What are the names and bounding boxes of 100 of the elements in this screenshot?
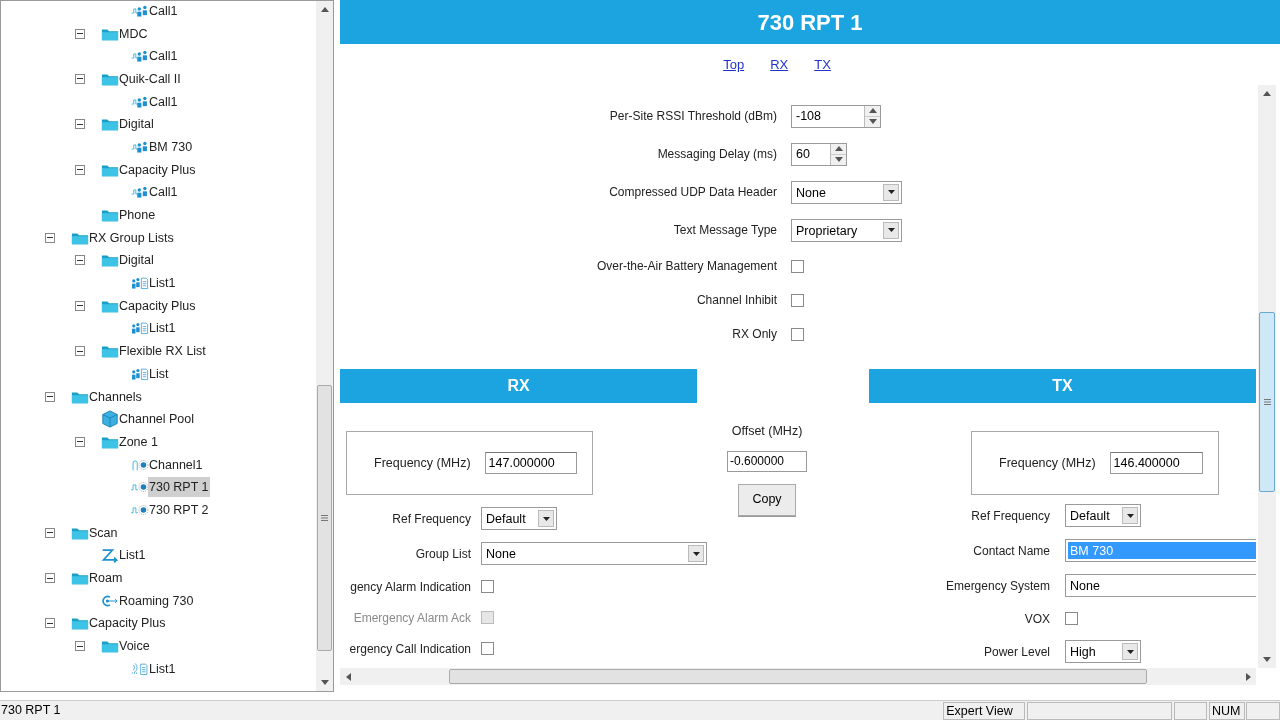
dropdown[interactable]: Proprietary	[791, 218, 902, 242]
spin-down-icon	[868, 119, 877, 124]
checkbox[interactable]	[791, 327, 804, 341]
status-text: 730 RPT 1	[0, 702, 62, 720]
field-label: Group List	[415, 545, 471, 563]
checkbox[interactable]	[791, 293, 804, 307]
field-label: Power Level	[983, 643, 1050, 661]
collapse-toggle[interactable]	[75, 164, 85, 175]
field-label: Emergency Alarm Ack	[353, 609, 471, 627]
offset-field[interactable]: -0.600000	[727, 450, 807, 472]
tree-item[interactable]: Quik-Call II	[118, 68, 182, 89]
z-arrow-icon	[101, 546, 119, 565]
tree-item[interactable]: List1	[148, 658, 177, 679]
tree-item[interactable]: MDC	[118, 23, 149, 44]
number-field[interactable]: -108	[791, 104, 881, 128]
anchor-link[interactable]: RX	[770, 54, 789, 75]
collapse-toggle[interactable]	[75, 28, 85, 39]
page-title: 730 RPT 1	[757, 8, 863, 37]
scroll-down-icon	[1263, 657, 1271, 662]
dropdown[interactable]: High	[1065, 640, 1141, 663]
collapse-toggle[interactable]	[75, 641, 85, 652]
number-field[interactable]: 60	[791, 142, 847, 166]
vertical-scrollbar[interactable]	[316, 1, 333, 691]
tree-item[interactable]: 730 RPT 2	[148, 499, 210, 520]
tree-item[interactable]: List	[148, 363, 170, 384]
status-pane: Expert View	[943, 701, 1026, 720]
tree-item[interactable]: Voice	[118, 636, 151, 657]
dropdown[interactable]: Default	[1065, 504, 1141, 527]
collapse-toggle[interactable]	[75, 436, 85, 447]
copy-button[interactable]: Copy	[738, 483, 796, 516]
caret-icon	[1126, 513, 1134, 518]
collapse-toggle[interactable]	[45, 527, 55, 538]
tree-item[interactable]: Digital	[118, 114, 155, 135]
tree-item[interactable]: List1	[148, 318, 177, 339]
dropdown[interactable]: None	[1065, 574, 1256, 597]
field-label: RX Only	[732, 326, 777, 343]
tree-item[interactable]: Call1	[148, 1, 179, 21]
field-label: Channel Inhibit	[696, 292, 777, 309]
status-pane: NUM	[1209, 701, 1245, 720]
field-label: Emergency System	[945, 577, 1050, 595]
dropdown[interactable]: Default	[481, 507, 557, 530]
horizontal-scrollbar[interactable]	[340, 668, 1256, 685]
folder-icon	[101, 252, 119, 269]
caret-icon	[1126, 649, 1134, 654]
checkbox[interactable]	[1065, 612, 1078, 625]
tree-item[interactable]: Channel1	[148, 454, 204, 475]
field-label: Per-Site RSSI Threshold (dBm)	[609, 108, 777, 125]
scroll-down-icon	[320, 680, 329, 685]
tree-item[interactable]: 730 RPT 1	[148, 477, 210, 498]
tree-item[interactable]: Flexible RX List	[118, 341, 207, 362]
section-title: RX	[507, 376, 530, 396]
tree-item[interactable]: Digital	[118, 250, 155, 271]
dropdown[interactable]: None	[791, 180, 902, 204]
tree-item[interactable]: List1	[148, 273, 177, 294]
tree-item[interactable]: Capacity Plus	[118, 295, 197, 316]
tree-item[interactable]: RX Group Lists	[88, 227, 175, 248]
tree-item[interactable]: List1	[118, 545, 147, 566]
checkbox[interactable]	[481, 580, 494, 593]
tree-item[interactable]: Call1	[148, 91, 179, 112]
tree-item[interactable]: BM 730	[148, 136, 194, 157]
tree-item[interactable]: Channel Pool	[118, 409, 196, 430]
tree-item[interactable]: Roaming 730	[118, 590, 195, 611]
tree-item[interactable]: Scan	[88, 522, 119, 543]
tree-item[interactable]: Call1	[148, 46, 179, 67]
checkbox[interactable]	[791, 259, 804, 273]
grip-icon	[1263, 399, 1271, 405]
tree-item[interactable]: Channels	[88, 386, 143, 407]
status-pane	[1246, 701, 1280, 720]
collapse-toggle[interactable]	[45, 232, 55, 243]
field-label: Contact Name	[973, 542, 1050, 560]
checkbox[interactable]	[481, 642, 494, 655]
collapse-toggle[interactable]	[45, 573, 55, 584]
frequency-field[interactable]: 147.000000	[484, 452, 577, 474]
anchor-link[interactable]: TX	[814, 54, 831, 75]
collapse-toggle[interactable]	[45, 618, 55, 629]
caret-icon	[692, 551, 700, 556]
field-label: ergency Call Indication	[349, 640, 471, 658]
field-label: Frequency (MHz)	[999, 454, 1096, 472]
tree-item[interactable]: Capacity Plus	[88, 613, 167, 634]
collapse-toggle[interactable]	[75, 346, 85, 357]
collapse-toggle[interactable]	[75, 255, 85, 266]
collapse-toggle[interactable]	[75, 300, 85, 311]
tree-item[interactable]: Capacity Plus	[118, 159, 197, 180]
anchor-link[interactable]: Top	[723, 54, 745, 75]
vertical-scrollbar[interactable]	[1258, 85, 1276, 668]
collapse-toggle[interactable]	[75, 73, 85, 84]
tree-item[interactable]: Phone	[118, 205, 157, 226]
caret-icon	[887, 228, 895, 232]
tree-item[interactable]: Zone 1	[118, 431, 159, 452]
frequency-field[interactable]: 146.400000	[1109, 452, 1203, 474]
tree-item[interactable]: Roam	[88, 568, 124, 589]
tree-item[interactable]: Call1	[148, 182, 179, 203]
collapse-toggle[interactable]	[45, 391, 55, 402]
field-label: Frequency (MHz)	[374, 454, 471, 472]
field-label: Offset (MHz)	[731, 423, 803, 440]
dropdown[interactable]: None	[481, 542, 707, 565]
caret-icon	[542, 516, 550, 521]
field-label: Ref Frequency	[392, 510, 471, 528]
collapse-toggle[interactable]	[75, 119, 85, 130]
spin-up-icon	[868, 108, 877, 113]
